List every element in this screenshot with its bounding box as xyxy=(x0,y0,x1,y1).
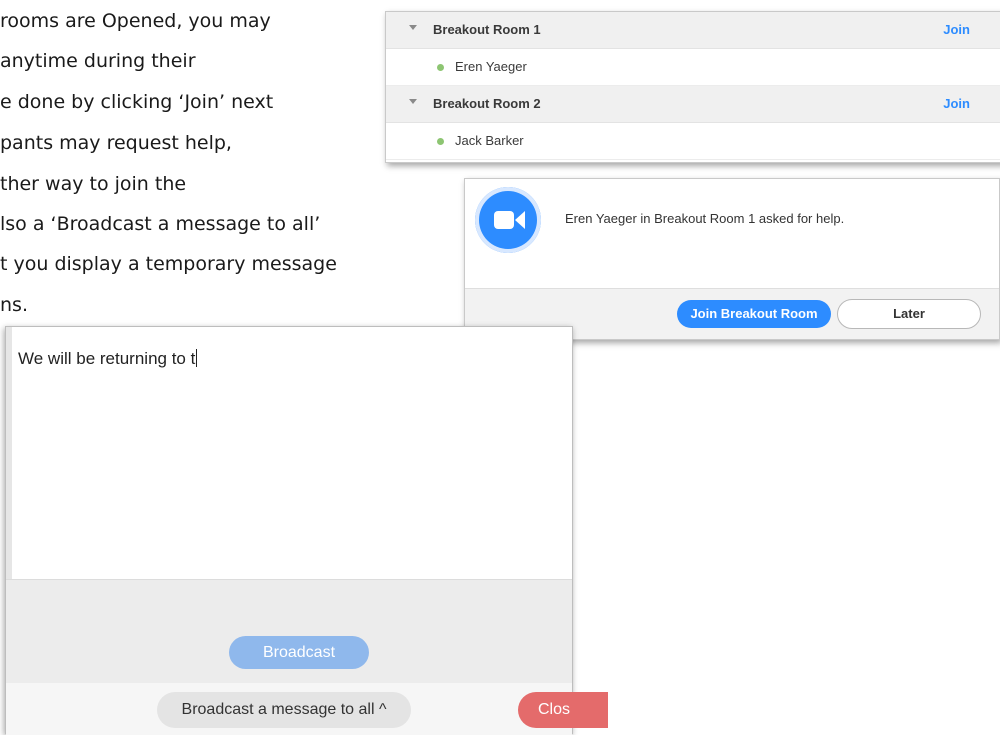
participant-row: Eren Yaeger xyxy=(386,49,1000,86)
broadcast-message-text: We will be returning to t xyxy=(18,349,196,368)
doc-line: t you display a temporary message xyxy=(0,253,337,275)
presence-dot-icon xyxy=(437,138,444,145)
doc-line: e done by clicking ‘Join’ next xyxy=(0,91,274,113)
doc-line: anytime during their xyxy=(0,50,196,72)
help-request-dialog: Eren Yaeger in Breakout Room 1 asked for… xyxy=(464,178,1000,340)
presence-dot-icon xyxy=(437,64,444,71)
broadcast-message-to-all-button[interactable]: Broadcast a message to all ^ xyxy=(157,692,411,728)
join-room-link[interactable]: Join xyxy=(943,96,970,111)
join-room-link[interactable]: Join xyxy=(943,22,970,37)
doc-line: rooms are Opened, you may xyxy=(0,10,271,32)
close-all-rooms-button[interactable]: Clos xyxy=(518,692,608,728)
breakout-room-name: Breakout Room 2 xyxy=(433,96,541,111)
doc-line: lso a ‘Broadcast a message to all’ xyxy=(0,213,321,235)
camera-body-icon xyxy=(494,211,514,229)
join-breakout-room-button[interactable]: Join Breakout Room xyxy=(677,300,831,328)
text-cursor xyxy=(196,349,198,367)
zoom-camera-icon xyxy=(475,187,541,253)
breakout-rooms-panel: Breakout Room 1 Join Eren Yaeger Breakou… xyxy=(385,11,1000,163)
doc-line: ns. xyxy=(0,294,28,316)
caret-down-icon[interactable] xyxy=(409,25,417,30)
broadcast-button[interactable]: Broadcast xyxy=(229,636,369,669)
broadcast-message-input[interactable]: We will be returning to t xyxy=(18,349,198,369)
camera-lens-icon xyxy=(515,211,525,229)
breakout-room-name: Breakout Room 1 xyxy=(433,22,541,37)
participant-name: Eren Yaeger xyxy=(455,59,527,74)
caret-down-icon[interactable] xyxy=(409,99,417,104)
later-button[interactable]: Later xyxy=(837,299,981,329)
chevron-up-icon: ^ xyxy=(378,701,387,718)
breakout-room-row[interactable]: Breakout Room 2 Join xyxy=(386,86,1000,123)
doc-line: pants may request help, xyxy=(0,132,232,154)
participant-row: Jack Barker xyxy=(386,123,1000,160)
help-request-message: Eren Yaeger in Breakout Room 1 asked for… xyxy=(565,211,845,226)
broadcast-menu-label: Broadcast a message to all xyxy=(181,701,375,718)
broadcast-panel: We will be returning to t Broadcast Broa… xyxy=(5,326,608,735)
participant-name: Jack Barker xyxy=(455,133,524,148)
breakout-room-row[interactable]: Breakout Room 1 Join xyxy=(386,12,1000,49)
doc-line: ther way to join the xyxy=(0,173,187,195)
